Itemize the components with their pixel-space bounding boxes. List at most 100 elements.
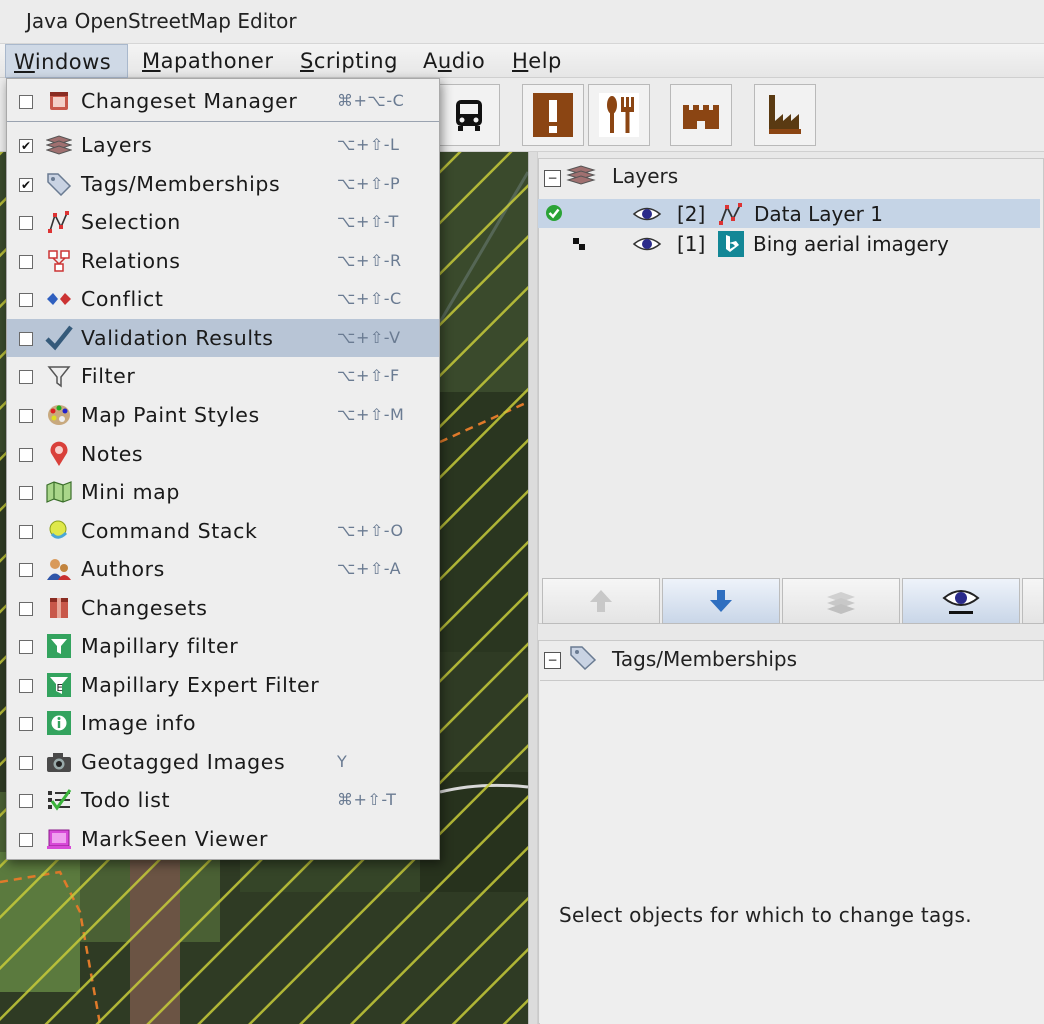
layer-row-bing-imagery[interactable]: [1] Bing aerial imagery [538,229,1040,258]
menu-help-label: elp [528,49,562,73]
menu-item-label: Layers [81,133,153,157]
emergency-preset-button[interactable] [522,84,584,146]
menu-item-label: Changeset Manager [81,89,298,113]
menu-item-shortcut: ⌥+⇧-M [337,405,405,424]
visibility-eye-icon[interactable] [632,205,662,223]
menu-audio[interactable]: Audio [415,44,493,78]
menu-item-shortcut: ⌥+⇧-F [337,366,400,385]
menu-item-label: Validation Results [81,326,274,350]
menu-item-checkbox[interactable] [19,679,33,693]
menu-item-image-info[interactable]: Image info [7,704,439,742]
tags-collapse-toggle[interactable]: − [544,652,561,669]
menu-item-shortcut: ⌘+⌥-C [337,91,405,110]
menu-help-mnemonic: H [512,49,529,73]
restaurant-preset-button[interactable] [588,84,650,146]
menu-item-changeset-manager[interactable]: Changeset Manager ⌘+⌥-C [7,82,439,120]
menu-item-label: Mini map [81,480,180,504]
menu-item-checkbox[interactable] [19,833,33,847]
svg-text:E: E [57,683,63,694]
tags-panel-title: Tags/Memberships [612,647,798,671]
menu-item-shortcut: ⌥+⇧-P [337,174,401,193]
merge-layer-button[interactable] [782,578,900,624]
menu-audio-mnemonic: u [437,49,452,73]
menu-mapathoner[interactable]: Mapathoner [134,44,281,78]
menu-item-conflict[interactable]: Conflict ⌥+⇧-C [7,280,439,318]
menu-item-checkbox[interactable] [19,525,33,539]
menu-item-label: MarkSeen Viewer [81,827,268,851]
menu-item-todo-list[interactable]: Todo list ⌘+⇧-T [7,781,439,819]
layer-index: [2] [677,202,706,226]
menu-item-layers[interactable]: ✔ Layers ⌥+⇧-L [7,126,439,164]
menu-item-geotagged-images[interactable]: Geotagged Images Y [7,743,439,781]
move-layer-up-button[interactable] [542,578,660,624]
menu-item-command-stack[interactable]: Command Stack ⌥+⇧-O [7,512,439,550]
toggle-visibility-button[interactable] [902,578,1020,624]
menu-item-mini-map[interactable]: Mini map [7,473,439,511]
layers-collapse-toggle[interactable]: − [544,170,561,187]
split-divider[interactable] [528,152,538,1024]
layer-more-button[interactable] [1022,578,1044,624]
menu-item-checkbox[interactable] [19,293,33,307]
menu-item-validation-results[interactable]: Validation Results ⌥+⇧-V [7,319,439,357]
menu-item-checkbox[interactable] [19,717,33,731]
tags-table-area[interactable] [540,680,1044,1024]
menu-item-checkbox[interactable] [19,95,33,109]
menu-item-label: Relations [81,249,181,273]
bing-icon [718,231,744,257]
layer-row-data-layer[interactable]: [2] Data Layer 1 [538,199,1040,228]
layers-icon [45,132,73,158]
menu-item-changesets[interactable]: Changesets [7,589,439,627]
menu-item-authors[interactable]: Authors ⌥+⇧-A [7,550,439,588]
bus-icon [456,100,482,131]
move-layer-down-button[interactable] [662,578,780,624]
menu-item-checkbox[interactable]: ✔ [19,178,33,192]
menu-item-label: Todo list [81,788,171,812]
menu-scripting-label: cripting [313,49,398,73]
menu-item-checkbox[interactable] [19,409,33,423]
menu-item-mapillary-expert-filter[interactable]: E Mapillary Expert Filter [7,666,439,704]
menu-item-map-paint-styles[interactable]: Map Paint Styles ⌥+⇧-M [7,396,439,434]
menu-item-tags-memberships[interactable]: ✔ Tags/Memberships ⌥+⇧-P [7,165,439,203]
menu-help[interactable]: Help [504,44,570,78]
camera-icon [45,749,73,775]
menu-item-label: Image info [81,711,197,735]
menu-item-checkbox[interactable] [19,486,33,500]
menu-item-relations[interactable]: Relations ⌥+⇧-R [7,242,439,280]
menu-item-filter[interactable]: Filter ⌥+⇧-F [7,357,439,395]
menu-item-mapillary-filter[interactable]: Mapillary filter [7,627,439,665]
menu-item-checkbox[interactable] [19,794,33,808]
menu-item-notes[interactable]: Notes [7,435,439,473]
menu-item-checkbox[interactable] [19,640,33,654]
menu-item-checkbox[interactable]: ✔ [19,139,33,153]
arrow-up-icon [590,590,612,612]
layers-panel-title: Layers [612,164,679,188]
tag-icon [570,646,597,671]
menu-item-checkbox[interactable] [19,332,33,346]
layer-name: Bing aerial imagery [753,232,949,256]
industrial-preset-button[interactable] [754,84,816,146]
eye-icon [942,590,980,614]
menu-item-label: Command Stack [81,519,258,543]
menu-item-checkbox[interactable] [19,255,33,269]
menu-item-checkbox[interactable] [19,448,33,462]
menu-mapathoner-mnemonic: M [142,49,161,73]
menu-item-checkbox[interactable] [19,370,33,384]
menu-item-markseen-viewer[interactable]: MarkSeen Viewer [7,820,439,858]
menu-item-shortcut: ⌥+⇧-R [337,251,402,270]
menu-scripting[interactable]: Scripting [292,44,406,78]
menu-separator [7,121,439,122]
menu-item-checkbox[interactable] [19,216,33,230]
menu-windows[interactable]: Windows [5,44,128,78]
menu-item-selection[interactable]: Selection ⌥+⇧-T [7,203,439,241]
castle-preset-button[interactable] [670,84,732,146]
palette-icon [45,402,73,428]
menu-item-shortcut: ⌘+⇧-T [337,790,397,809]
menu-item-checkbox[interactable] [19,563,33,577]
menu-item-checkbox[interactable] [19,602,33,616]
todo-list-icon [45,787,73,813]
bus-stop-preset-button[interactable] [438,84,500,146]
visibility-eye-icon[interactable] [632,235,662,253]
menu-item-shortcut: ⌥+⇧-L [337,135,400,154]
menu-bar: Windows Mapathoner Scripting Audio Help [0,44,1044,78]
menu-item-checkbox[interactable] [19,756,33,770]
